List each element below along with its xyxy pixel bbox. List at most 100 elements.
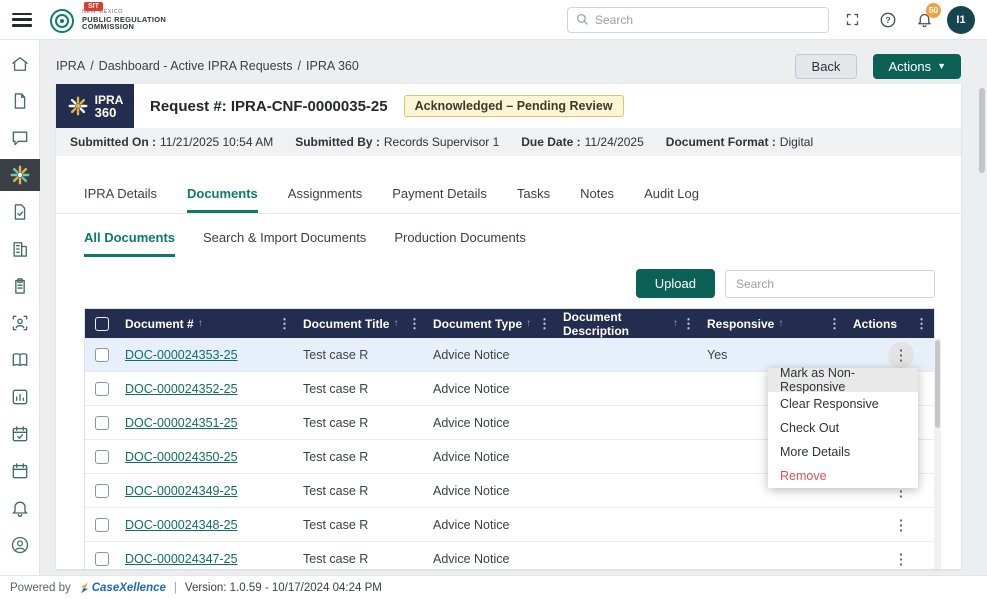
column-menu-icon[interactable]: ⋮ — [538, 316, 551, 332]
column-menu-icon[interactable]: ⋮ — [408, 316, 421, 332]
document-link[interactable]: DOC-000024352-25 — [125, 382, 238, 396]
breadcrumb-ipra[interactable]: IPRA — [56, 59, 85, 73]
sort-asc-icon[interactable]: ↑ — [393, 318, 398, 329]
sort-asc-icon[interactable]: ↑ — [673, 318, 678, 329]
col-header-document-description[interactable]: Document Description — [563, 310, 669, 338]
request-meta-bar: Submitted On :11/21/2025 10:54 AM Submit… — [56, 128, 961, 156]
document-link[interactable]: DOC-000024347-25 — [125, 552, 238, 566]
document-link[interactable]: DOC-000024348-25 — [125, 518, 238, 532]
cell-document-title: Test case R — [297, 406, 427, 439]
app-window: NEW MEXICO PUBLIC REGULATION COMMISSION … — [0, 0, 987, 599]
tab-documents[interactable]: Documents — [187, 178, 258, 213]
breadcrumb-separator: / — [298, 59, 301, 73]
row-checkbox[interactable] — [95, 450, 109, 464]
sidebar-item-organization[interactable] — [0, 233, 40, 265]
page-scrollbar-thumb[interactable] — [979, 88, 985, 173]
chat-icon — [10, 128, 30, 148]
document-link[interactable]: DOC-000024350-25 — [125, 450, 238, 464]
hamburger-menu-icon[interactable] — [12, 13, 32, 27]
row-checkbox[interactable] — [95, 518, 109, 532]
upload-button[interactable]: Upload — [636, 269, 715, 298]
select-all-checkbox[interactable] — [95, 317, 109, 331]
table-row[interactable]: DOC-000024348-25 Test case R Advice Noti… — [85, 508, 934, 542]
menu-item-clear-responsive[interactable]: Clear Responsive — [768, 392, 918, 416]
table-search-input[interactable] — [725, 270, 935, 298]
menu-item-remove[interactable]: Remove — [768, 464, 918, 488]
tab-ipra-details[interactable]: IPRA Details — [84, 178, 157, 213]
sidebar-item-identity[interactable] — [0, 307, 40, 339]
row-actions-menu-icon[interactable]: ⋮ — [888, 512, 914, 538]
subtab-production[interactable]: Production Documents — [394, 222, 526, 257]
sidebar-item-records[interactable] — [0, 196, 40, 228]
document-link[interactable]: DOC-000024351-25 — [125, 416, 238, 430]
cell-document-title: Test case R — [297, 440, 427, 473]
table-scrollbar-thumb[interactable] — [935, 340, 940, 428]
table-scrollbar[interactable] — [934, 338, 941, 569]
menu-item-mark-non-responsive[interactable]: Mark as Non-Responsive — [768, 368, 918, 392]
cell-document-title: Test case R — [297, 542, 427, 569]
tab-notes[interactable]: Notes — [580, 178, 614, 213]
cell-document-type: Advice Notice — [427, 338, 557, 371]
user-avatar[interactable]: I1 — [947, 6, 975, 34]
cell-document-title: Test case R — [297, 474, 427, 507]
tab-audit-log[interactable]: Audit Log — [644, 178, 699, 213]
page-scrollbar[interactable] — [978, 48, 986, 573]
row-checkbox[interactable] — [95, 416, 109, 430]
ipra-logo-line2: 360 — [95, 106, 124, 119]
footer-separator: | — [174, 582, 177, 594]
ipra360-starburst-icon — [9, 164, 31, 186]
tab-assignments[interactable]: Assignments — [288, 178, 362, 213]
fullscreen-icon[interactable] — [839, 7, 865, 33]
sort-asc-icon[interactable]: ↑ — [198, 318, 203, 329]
menu-item-more-details[interactable]: More Details — [768, 440, 918, 464]
prc-logo-icon — [48, 7, 76, 35]
row-checkbox[interactable] — [95, 348, 109, 362]
sidebar-item-profile[interactable] — [0, 529, 40, 561]
column-menu-icon[interactable]: ⋮ — [828, 316, 841, 332]
tab-payment-details[interactable]: Payment Details — [392, 178, 487, 213]
actions-button[interactable]: Actions ▼ — [873, 54, 961, 79]
sort-asc-icon[interactable]: ↑ — [778, 318, 783, 329]
breadcrumb-dashboard[interactable]: Dashboard - Active IPRA Requests — [99, 59, 293, 73]
sidebar-item-home[interactable] — [0, 48, 40, 80]
sort-asc-icon[interactable]: ↑ — [526, 318, 531, 329]
tab-tasks[interactable]: Tasks — [517, 178, 550, 213]
subtab-search-import[interactable]: Search & Import Documents — [203, 222, 366, 257]
global-search-input[interactable] — [595, 13, 820, 27]
breadcrumb-current: IPRA 360 — [306, 59, 359, 73]
column-menu-icon[interactable]: ⋮ — [278, 316, 291, 332]
col-header-responsive[interactable]: Responsive — [707, 317, 774, 331]
table-row[interactable]: DOC-000024347-25 Test case R Advice Noti… — [85, 542, 934, 569]
sidebar-item-messages[interactable] — [0, 122, 40, 154]
row-checkbox[interactable] — [95, 552, 109, 566]
row-actions-menu-icon[interactable]: ⋮ — [888, 342, 914, 368]
document-link[interactable]: DOC-000024349-25 — [125, 484, 238, 498]
column-menu-icon[interactable]: ⋮ — [682, 316, 695, 332]
sidebar-item-tasks[interactable] — [0, 270, 40, 302]
sidebar-item-alerts[interactable] — [0, 492, 40, 524]
sidebar-item-ipra360[interactable] — [0, 159, 40, 191]
back-button[interactable]: Back — [795, 54, 858, 79]
sidebar-item-documents[interactable] — [0, 85, 40, 117]
request-header: IPRA 360 Request #: IPRA-CNF-0000035-25 … — [56, 84, 961, 128]
chart-icon — [10, 387, 30, 407]
column-menu-icon[interactable]: ⋮ — [915, 316, 928, 332]
help-icon[interactable]: ? — [875, 7, 901, 33]
row-actions-menu-icon[interactable]: ⋮ — [888, 546, 914, 570]
row-checkbox[interactable] — [95, 382, 109, 396]
bell-icon[interactable]: 50 — [911, 7, 937, 33]
sidebar-item-calendar[interactable] — [0, 455, 40, 487]
ipra360-starburst-icon — [67, 95, 89, 117]
col-header-document-number[interactable]: Document # — [125, 317, 194, 331]
subtab-all-documents[interactable]: All Documents — [84, 222, 175, 257]
sidebar-item-library[interactable] — [0, 344, 40, 376]
col-header-document-type[interactable]: Document Type — [433, 317, 522, 331]
menu-item-check-out[interactable]: Check Out — [768, 416, 918, 440]
sidebar-item-reports[interactable] — [0, 381, 40, 413]
col-header-actions: Actions — [853, 317, 897, 331]
sidebar-item-schedule-check[interactable] — [0, 418, 40, 450]
document-link[interactable]: DOC-000024353-25 — [125, 348, 238, 362]
col-header-document-title[interactable]: Document Title — [303, 317, 389, 331]
cell-document-title: Test case R — [297, 338, 427, 371]
row-checkbox[interactable] — [95, 484, 109, 498]
